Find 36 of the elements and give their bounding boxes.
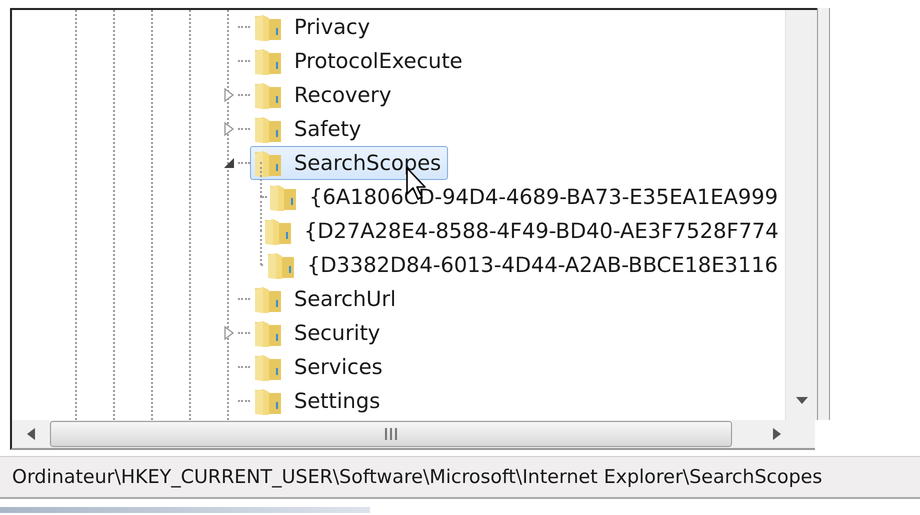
folder-icon: [253, 386, 283, 416]
folder-icon: [253, 148, 283, 178]
folder-icon: [263, 216, 293, 246]
tree-item[interactable]: {D27A28E4-8588-4F49-BD40-AE3F7528F774: [260, 214, 785, 248]
tree-item[interactable]: Recovery: [250, 78, 398, 112]
scrollbar-thumb[interactable]: [50, 421, 732, 447]
collapsed-arrow-icon[interactable]: [222, 87, 236, 103]
tree-item[interactable]: ProtocolExecute: [250, 44, 470, 78]
folder-icon: [266, 250, 296, 280]
folder-icon: [253, 284, 283, 314]
tree-item[interactable]: SearchScopes: [250, 146, 448, 180]
tree-item[interactable]: Services: [250, 350, 390, 384]
vertical-scrollbar[interactable]: [785, 10, 817, 420]
tree-item[interactable]: Security: [250, 316, 388, 350]
down-arrow-icon[interactable]: [794, 396, 808, 406]
folder-icon: [253, 80, 283, 110]
registry-path: Ordinateur\HKEY_CURRENT_USER\Software\Microsoft\Internet Explorer\SearchScopes: [12, 466, 822, 488]
folder-icon: [253, 114, 283, 144]
right-arrow-icon[interactable]: [772, 427, 782, 441]
grip-icon: [384, 428, 398, 440]
folder-icon: [253, 352, 283, 382]
collapsed-arrow-icon[interactable]: [222, 325, 236, 341]
folder-icon: [253, 46, 283, 76]
collapsed-arrow-icon[interactable]: [222, 121, 236, 137]
left-arrow-icon[interactable]: [26, 427, 36, 441]
tree-item[interactable]: Safety: [250, 112, 368, 146]
horizontal-scrollbar[interactable]: [10, 420, 815, 450]
folder-icon: [268, 182, 298, 212]
folder-icon: [253, 12, 283, 42]
tree-item[interactable]: Settings: [250, 384, 388, 418]
tree-item[interactable]: SearchUrl: [250, 282, 403, 316]
tree-item[interactable]: {D3382D84-6013-4D44-A2AB-BBCE18E3116: [263, 248, 785, 282]
folder-icon: [253, 318, 283, 348]
pane-splitter[interactable]: [817, 8, 830, 420]
tree-item[interactable]: Privacy: [250, 10, 378, 44]
tree-item[interactable]: {6A1806CD-94D4-4689-BA73-E35EA1EA999: [265, 180, 785, 214]
